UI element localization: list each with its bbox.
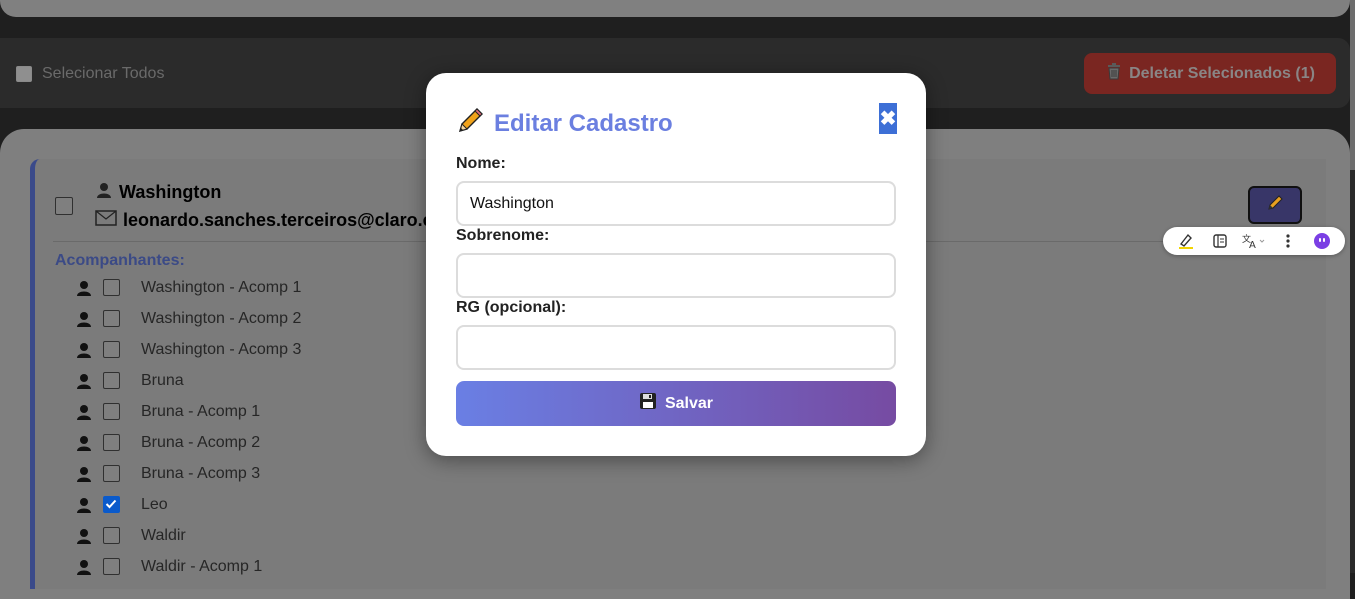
close-button[interactable]: ✖: [879, 103, 897, 134]
acompanhante-checkbox[interactable]: [103, 496, 120, 513]
acompanhante-label: Washington - Acomp 3: [141, 340, 302, 358]
select-all-checkbox[interactable]: [16, 66, 32, 82]
acompanhante-row: Leo: [75, 489, 301, 520]
acompanhante-row: Bruna - Acomp 1: [75, 396, 301, 427]
acompanhante-label: Bruna - Acomp 1: [141, 402, 261, 420]
person-icon: [75, 527, 103, 545]
user-checkbox[interactable]: [55, 197, 73, 215]
acompanhante-row: Bruna: [75, 365, 301, 396]
acompanhante-checkbox[interactable]: [103, 434, 120, 451]
modal-title: Editar Cadastro: [456, 105, 673, 142]
acompanhante-label: Bruna - Acomp 2: [141, 433, 261, 451]
acompanhante-row: Bruna - Acomp 3: [75, 458, 301, 489]
assistant-icon[interactable]: [1309, 230, 1335, 252]
modal-title-text: Editar Cadastro: [494, 109, 673, 137]
translate-icon[interactable]: 文A: [1241, 230, 1267, 252]
scrollbar[interactable]: [1350, 0, 1355, 573]
floppy-disk-icon: [639, 392, 657, 415]
svg-text:A: A: [1249, 240, 1256, 250]
sobrenome-input[interactable]: [456, 253, 896, 298]
acompanhante-row: Waldir: [75, 520, 301, 551]
acompanhante-label: Washington - Acomp 1: [141, 278, 302, 296]
acompanhante-row: Bruna - Acomp 2: [75, 427, 301, 458]
user-email-row: leonardo.sanches.terceiros@claro.c: [95, 210, 433, 231]
user-name: Washington: [119, 182, 222, 202]
pencil-icon: [1266, 194, 1284, 217]
scrollbar-thumb[interactable]: [1350, 0, 1355, 170]
acompanhante-row: Waldir - Acomp 1: [75, 551, 301, 582]
person-icon: [75, 496, 103, 514]
more-options-icon[interactable]: [1275, 230, 1301, 252]
rg-input[interactable]: [456, 325, 896, 370]
person-icon: [75, 465, 103, 483]
acompanhantes-list: Washington - Acomp 1 Washington - Acomp 2…: [75, 272, 301, 582]
acompanhante-checkbox[interactable]: [103, 465, 120, 482]
person-icon: [95, 181, 113, 204]
edit-button[interactable]: [1248, 186, 1302, 224]
acompanhante-checkbox[interactable]: [103, 279, 120, 296]
acompanhante-checkbox[interactable]: [103, 310, 120, 327]
save-button[interactable]: Salvar: [456, 381, 896, 426]
acompanhante-label: Bruna - Acomp 3: [141, 464, 261, 482]
acompanhante-checkbox[interactable]: [103, 558, 120, 575]
acompanhante-checkbox[interactable]: [103, 372, 120, 389]
acompanhante-checkbox[interactable]: [103, 527, 120, 544]
trash-icon: [1105, 62, 1123, 85]
sobrenome-label: Sobrenome:: [456, 227, 550, 244]
highlighter-icon[interactable]: [1173, 230, 1199, 252]
person-icon: [75, 279, 103, 297]
nome-input[interactable]: [456, 181, 896, 226]
pencil-icon: [456, 105, 486, 142]
envelope-icon: [95, 210, 117, 231]
edit-modal: Editar Cadastro ✖ Nome: Sobrenome: RG (o…: [426, 73, 926, 456]
person-icon: [75, 372, 103, 390]
person-icon: [75, 434, 103, 452]
select-all-label: Selecionar Todos: [42, 65, 165, 82]
notes-icon[interactable]: [1207, 230, 1233, 252]
user-name-row: Washington: [95, 181, 221, 204]
acompanhante-row: Washington - Acomp 1: [75, 272, 301, 303]
acompanhante-label: Waldir: [141, 526, 186, 544]
nome-label: Nome:: [456, 155, 506, 172]
user-email: leonardo.sanches.terceiros@claro.c: [123, 210, 433, 230]
save-button-label: Salvar: [664, 394, 714, 412]
delete-selected-label: Deletar Selecionados (1): [1129, 64, 1315, 82]
acompanhante-label: Washington - Acomp 2: [141, 309, 302, 327]
acompanhante-row: Washington - Acomp 3: [75, 334, 301, 365]
delete-selected-button[interactable]: Deletar Selecionados (1): [1084, 53, 1336, 94]
acompanhante-label: Leo: [141, 495, 168, 513]
rg-label: RG (opcional):: [456, 299, 567, 316]
acompanhante-checkbox[interactable]: [103, 341, 120, 358]
acompanhantes-title: Acompanhantes:: [55, 252, 185, 269]
previous-card: [0, 0, 1350, 17]
person-icon: [75, 341, 103, 359]
person-icon: [75, 403, 103, 421]
acompanhante-checkbox[interactable]: [103, 403, 120, 420]
select-all[interactable]: Selecionar Todos: [16, 65, 164, 83]
person-icon: [75, 310, 103, 328]
browser-selection-toolbar: 文A: [1163, 227, 1345, 255]
acompanhante-label: Bruna: [141, 371, 184, 389]
acompanhante-row: Washington - Acomp 2: [75, 303, 301, 334]
